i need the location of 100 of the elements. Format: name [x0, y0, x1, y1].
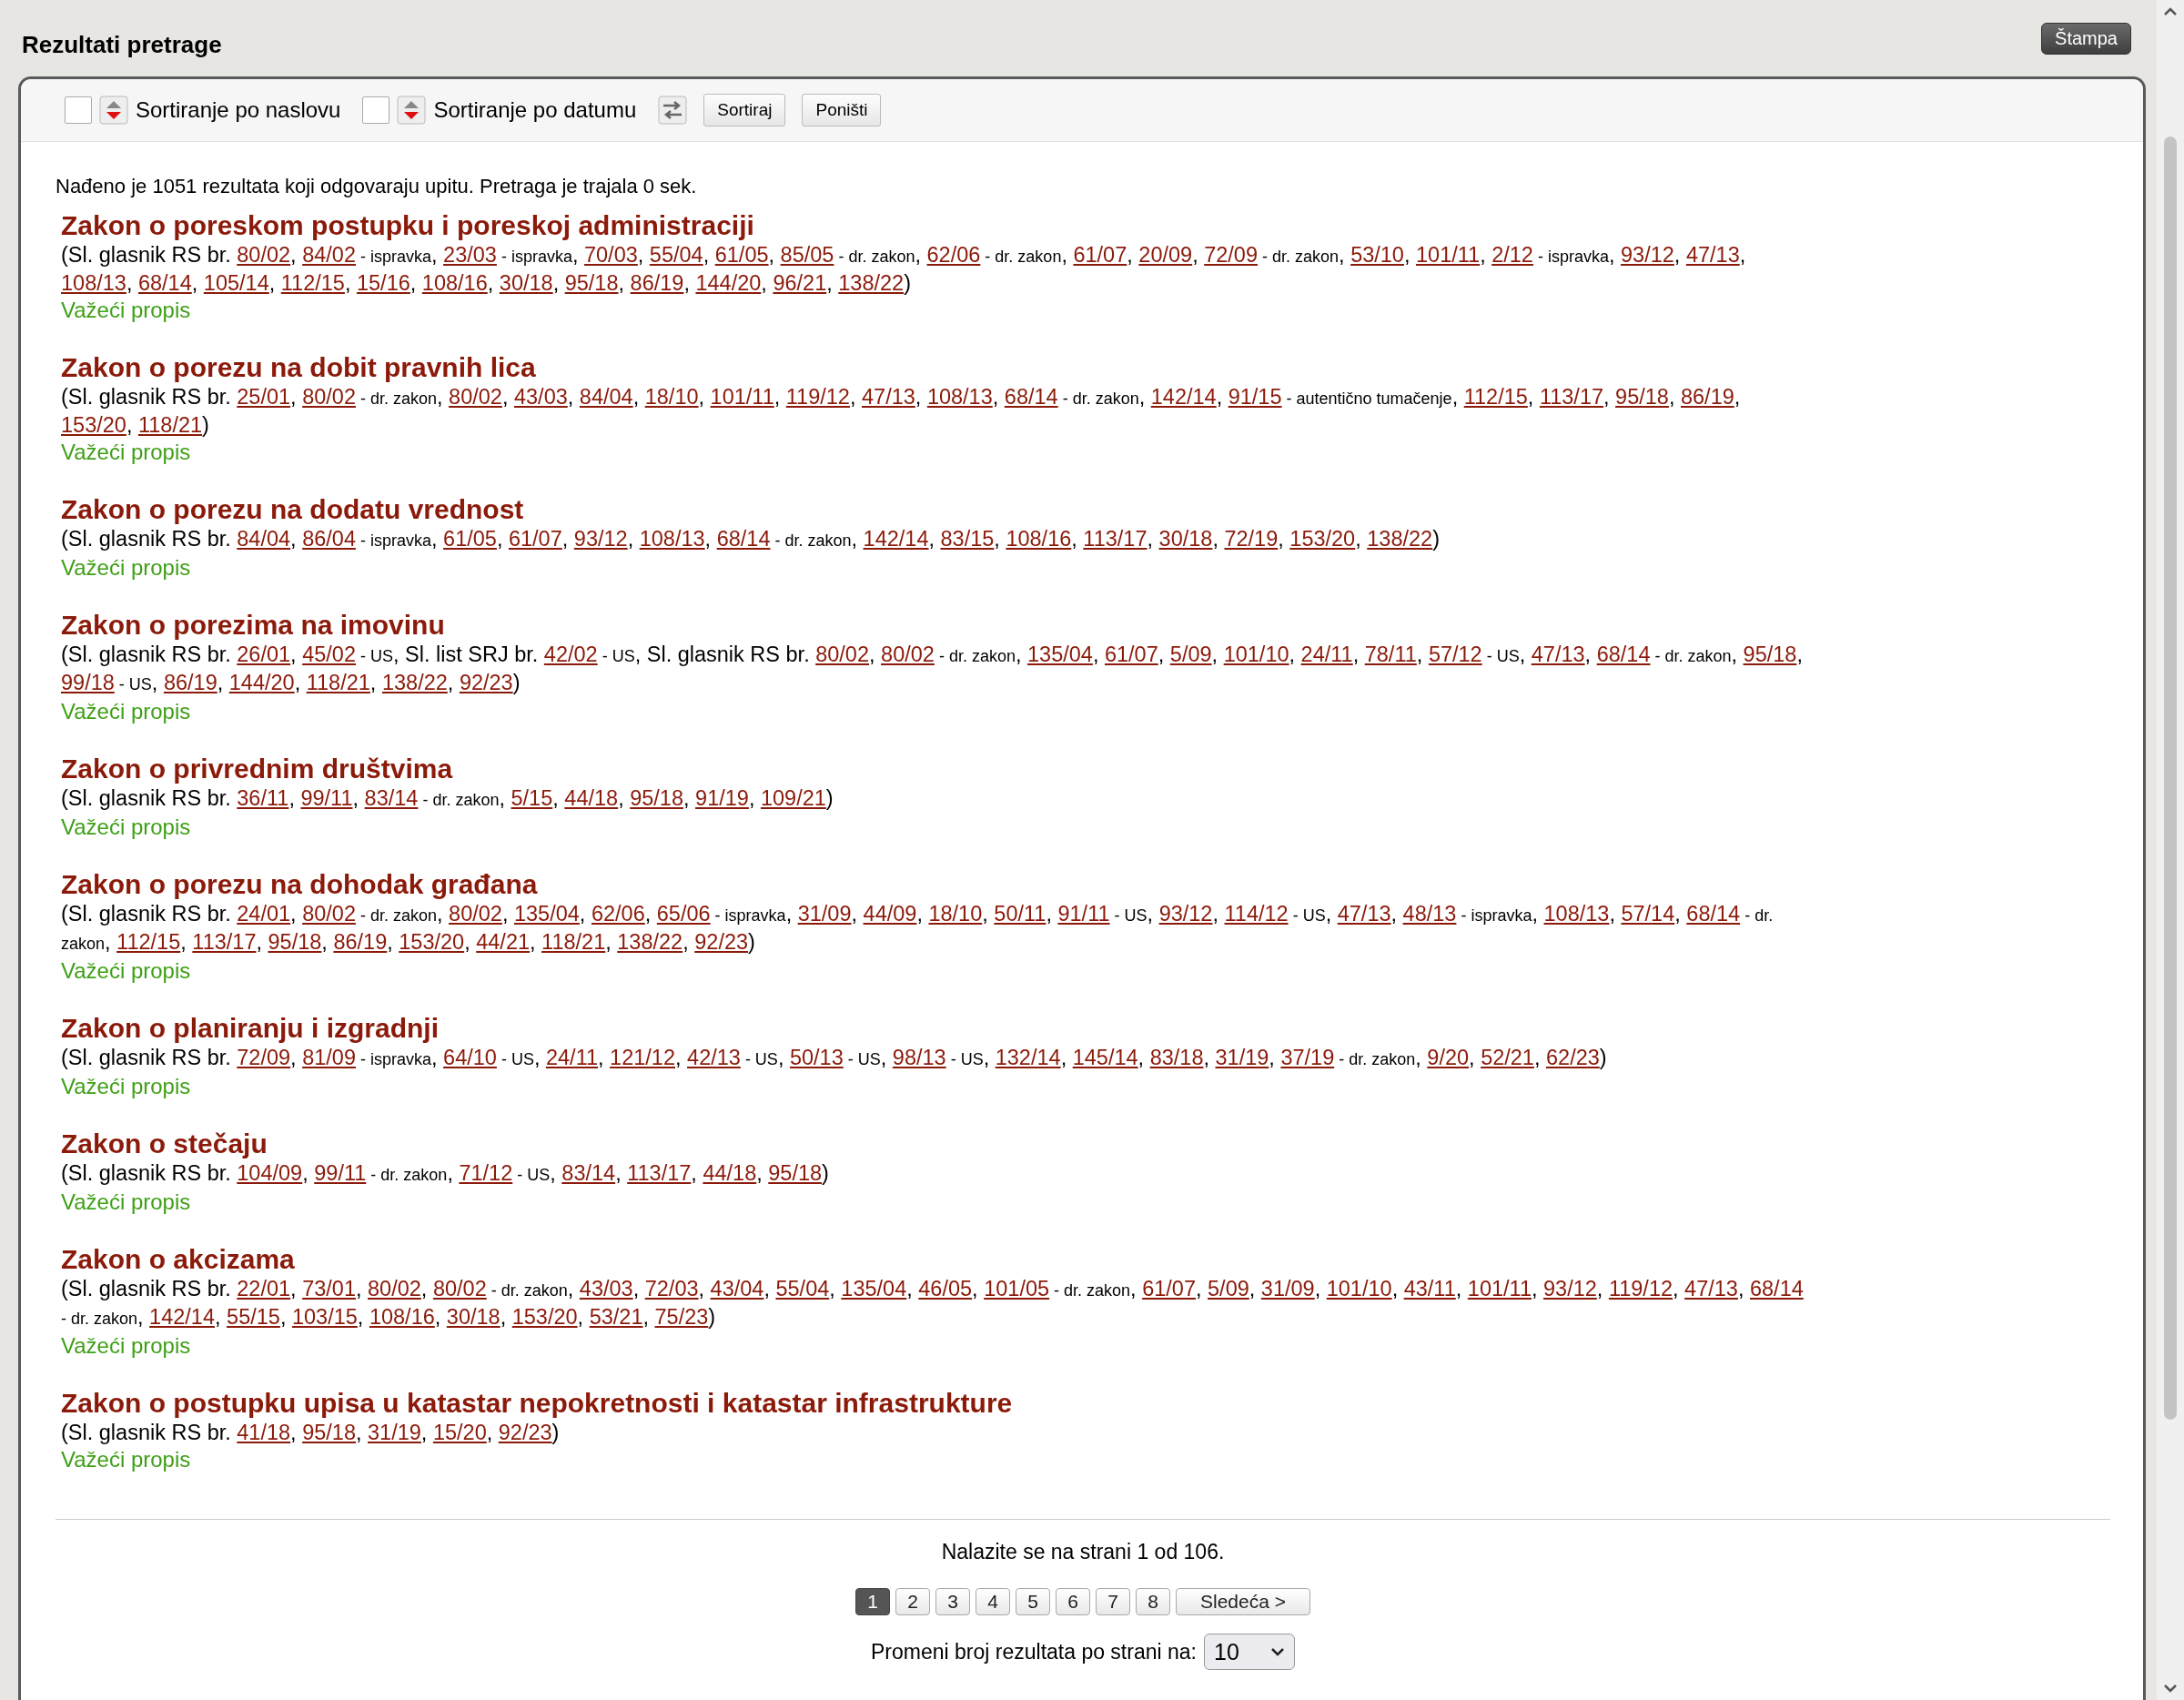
- gazette-link[interactable]: 57/14: [1621, 902, 1675, 926]
- gazette-link[interactable]: 142/14: [1150, 385, 1217, 409]
- gazette-link[interactable]: 26/01: [237, 643, 291, 666]
- gazette-link[interactable]: 145/14: [1072, 1046, 1138, 1069]
- gazette-link[interactable]: 15/16: [357, 271, 410, 295]
- law-title-link[interactable]: Zakon o porezu na dodatu vrednost: [61, 493, 1808, 526]
- gazette-link[interactable]: 50/13: [789, 1046, 844, 1069]
- gazette-link[interactable]: 80/02: [368, 1277, 421, 1300]
- gazette-link[interactable]: 73/01: [302, 1277, 356, 1300]
- swap-arrows-icon[interactable]: [658, 96, 688, 125]
- gazette-link[interactable]: 68/14: [1596, 643, 1651, 666]
- gazette-link[interactable]: 118/21: [137, 413, 203, 437]
- gazette-link[interactable]: 132/14: [995, 1046, 1061, 1069]
- gazette-link[interactable]: 101/11: [710, 385, 774, 409]
- gazette-link[interactable]: 80/02: [449, 902, 502, 926]
- gazette-link[interactable]: 85/05: [780, 243, 834, 267]
- gazette-link[interactable]: 135/04: [513, 902, 580, 926]
- gazette-link[interactable]: 118/21: [306, 671, 370, 694]
- toolbar-button[interactable]: Sortiraj: [703, 94, 786, 126]
- gazette-link[interactable]: 142/14: [149, 1305, 215, 1329]
- gazette-link[interactable]: 109/21: [760, 786, 826, 810]
- gazette-link[interactable]: 47/13: [1684, 1277, 1738, 1300]
- gazette-link[interactable]: 68/14: [1686, 902, 1741, 926]
- gazette-link[interactable]: 118/21: [541, 930, 606, 954]
- gazette-link[interactable]: 138/22: [838, 271, 905, 295]
- gazette-link[interactable]: 47/13: [1337, 902, 1391, 926]
- gazette-link[interactable]: 20/09: [1138, 243, 1193, 267]
- gazette-link[interactable]: 15/20: [432, 1421, 487, 1444]
- gazette-link[interactable]: 31/09: [1260, 1277, 1315, 1300]
- gazette-link[interactable]: 44/18: [564, 786, 619, 810]
- gazette-link[interactable]: 93/12: [573, 527, 628, 551]
- gazette-link[interactable]: 83/14: [364, 786, 419, 810]
- law-title-link[interactable]: Zakon o akcizama: [61, 1243, 1808, 1276]
- gazette-link[interactable]: 72/09: [1204, 243, 1258, 267]
- gazette-link[interactable]: 108/16: [421, 271, 488, 295]
- gazette-link[interactable]: 61/07: [1073, 243, 1127, 267]
- gazette-link[interactable]: 108/16: [1006, 527, 1072, 551]
- gazette-link[interactable]: 96/21: [773, 271, 827, 295]
- gazette-link[interactable]: 5/09: [1208, 1277, 1249, 1300]
- gazette-link[interactable]: 95/18: [564, 271, 619, 295]
- law-title-link[interactable]: Zakon o porezu na dobit pravnih lica: [61, 351, 1808, 384]
- gazette-link[interactable]: 113/17: [1539, 385, 1604, 409]
- gazette-link[interactable]: 47/13: [1685, 243, 1740, 267]
- gazette-link[interactable]: 57/12: [1428, 643, 1482, 666]
- gazette-link[interactable]: 92/23: [459, 671, 513, 694]
- gazette-link[interactable]: 95/18: [268, 930, 322, 954]
- gazette-link[interactable]: 105/14: [203, 271, 269, 295]
- gazette-link[interactable]: 41/18: [237, 1421, 291, 1444]
- page-button[interactable]: 2: [895, 1588, 930, 1615]
- gazette-link[interactable]: 113/17: [627, 1161, 692, 1185]
- gazette-link[interactable]: 9/20: [1427, 1046, 1470, 1069]
- gazette-link[interactable]: 80/02: [449, 385, 502, 409]
- gazette-link[interactable]: 138/22: [381, 671, 448, 694]
- gazette-link[interactable]: 99/11: [300, 786, 353, 810]
- gazette-link[interactable]: 68/14: [716, 527, 771, 551]
- gazette-link[interactable]: 91/19: [695, 786, 749, 810]
- gazette-link[interactable]: 24/11: [1300, 643, 1353, 666]
- gazette-link[interactable]: 65/06: [656, 902, 711, 926]
- gazette-link[interactable]: 44/18: [703, 1161, 757, 1185]
- gazette-link[interactable]: 24/01: [237, 902, 291, 926]
- gazette-link[interactable]: 47/13: [1531, 643, 1585, 666]
- gazette-link[interactable]: 86/19: [333, 930, 388, 954]
- gazette-link[interactable]: 153/20: [61, 413, 126, 437]
- gazette-link[interactable]: 31/09: [797, 902, 852, 926]
- law-title-link[interactable]: Zakon o privrednim društvima: [61, 753, 1808, 785]
- gazette-link[interactable]: 52/21: [1481, 1046, 1534, 1069]
- page-button[interactable]: 1: [855, 1588, 890, 1615]
- gazette-link[interactable]: 99/18: [61, 671, 115, 694]
- gazette-link[interactable]: 92/23: [694, 930, 749, 954]
- gazette-link[interactable]: 62/06: [926, 243, 981, 267]
- gazette-link[interactable]: 112/15: [116, 930, 181, 954]
- gazette-link[interactable]: 101/05: [984, 1277, 1050, 1300]
- sort-arrows-icon[interactable]: [99, 96, 128, 125]
- gazette-link[interactable]: 83/15: [940, 527, 995, 551]
- gazette-link[interactable]: 80/02: [432, 1277, 487, 1300]
- gazette-link[interactable]: 25/01: [237, 385, 291, 409]
- gazette-link[interactable]: 135/04: [1027, 643, 1093, 666]
- page-button[interactable]: 4: [976, 1588, 1010, 1615]
- gazette-link[interactable]: 44/09: [863, 902, 917, 926]
- gazette-link[interactable]: 30/18: [446, 1305, 500, 1329]
- gazette-link[interactable]: 5/15: [511, 786, 553, 810]
- gazette-link[interactable]: 83/18: [1149, 1046, 1204, 1069]
- checkbox[interactable]: [65, 96, 92, 124]
- gazette-link[interactable]: 43/11: [1403, 1277, 1456, 1300]
- gazette-link[interactable]: 108/13: [639, 527, 705, 551]
- gazette-link[interactable]: 24/11: [545, 1046, 599, 1069]
- gazette-link[interactable]: 86/19: [1681, 385, 1734, 409]
- gazette-link[interactable]: 71/12: [459, 1161, 513, 1185]
- gazette-link[interactable]: 119/12: [785, 385, 850, 409]
- gazette-link[interactable]: 108/13: [926, 385, 993, 409]
- gazette-link[interactable]: 43/03: [579, 1277, 633, 1300]
- gazette-link[interactable]: 84/04: [237, 527, 291, 551]
- gazette-link[interactable]: 84/02: [302, 243, 356, 267]
- gazette-link[interactable]: 86/04: [302, 527, 356, 551]
- law-title-link[interactable]: Zakon o porezu na dohodak građana: [61, 868, 1808, 901]
- gazette-link[interactable]: 91/11: [1057, 902, 1110, 926]
- page-button[interactable]: 7: [1096, 1588, 1130, 1615]
- gazette-link[interactable]: 81/09: [302, 1046, 356, 1069]
- gazette-link[interactable]: 46/05: [918, 1277, 973, 1300]
- sort-arrows-icon[interactable]: [397, 96, 427, 125]
